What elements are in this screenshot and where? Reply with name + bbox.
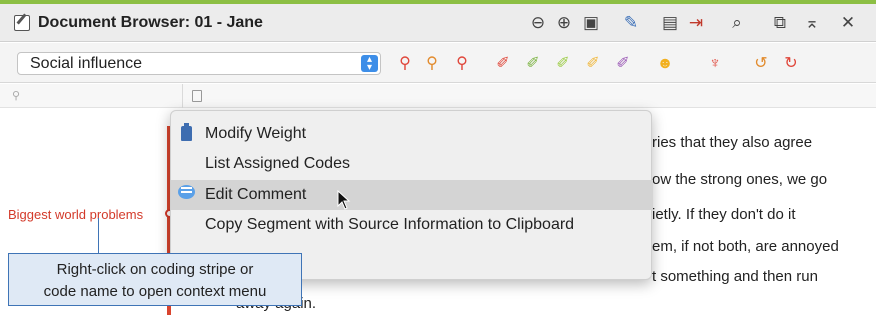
code-with-weight-icon[interactable]: ⚲ xyxy=(421,54,443,74)
column-divider[interactable] xyxy=(182,84,183,108)
highlight-purple-icon[interactable]: ✐ xyxy=(612,54,634,74)
print-icon[interactable]: ▤ xyxy=(660,13,680,33)
zoom-in-icon[interactable]: ⊕ xyxy=(554,13,574,33)
menu-item-modify-weight[interactable]: Modify Weight xyxy=(171,119,653,149)
window-title: Document Browser: 01 - Jane xyxy=(38,14,263,31)
document-line: ietly. If they don't do it xyxy=(652,206,796,223)
edit-mode-icon[interactable]: ✎ xyxy=(621,13,641,33)
weight-icon xyxy=(181,123,192,141)
symbol-code-icon[interactable]: ♆ xyxy=(704,54,726,74)
instruction-callout: Right-click on coding stripe or code nam… xyxy=(8,253,302,306)
column-header-bar: ⚲ xyxy=(0,84,876,108)
highlight-blue-icon[interactable]: ✐ xyxy=(552,54,574,74)
coding-stripe-code-name[interactable]: Biggest world problems xyxy=(8,207,143,222)
menu-item-label: Modify Weight xyxy=(205,125,307,142)
callout-connector-line xyxy=(98,218,99,254)
callout-text-line: code name to open context menu xyxy=(43,283,267,300)
document-line: ries that they also agree xyxy=(652,134,813,151)
menu-item-label: List Assigned Codes xyxy=(205,155,350,172)
menu-item-edit-comment[interactable]: Edit Comment xyxy=(171,180,653,210)
document-line: ow the strong ones, we go xyxy=(652,171,828,188)
code-toolbar: Social influence ▴ ▾ ⚲ ⚲ ⚲ ✐ ✐ ✐ ✐ ✐ ☻ ♆ … xyxy=(0,43,876,83)
float-window-icon[interactable]: ⧉ xyxy=(770,13,790,33)
zoom-out-icon[interactable]: ⊖ xyxy=(528,13,548,33)
document-line: em, if not both, are annoyed xyxy=(652,238,839,255)
document-edit-icon xyxy=(14,15,30,31)
code-select-value: Social influence xyxy=(30,55,143,72)
highlight-red-icon[interactable]: ✐ xyxy=(492,54,514,74)
code-select[interactable]: Social influence ▴ ▾ xyxy=(17,52,381,75)
menu-item-copy-segment[interactable]: Copy Segment with Source Information to … xyxy=(171,210,653,240)
document-column-icon xyxy=(192,90,202,102)
code-in-vivo-icon[interactable]: ⚲ xyxy=(451,54,473,74)
menu-item-list-assigned-codes[interactable]: List Assigned Codes xyxy=(171,149,653,179)
document-line: t something and then run xyxy=(652,268,818,285)
code-icon[interactable]: ⚲ xyxy=(394,54,416,74)
undo-code-icon[interactable]: ↺ xyxy=(750,54,772,74)
highlight-green-icon[interactable]: ✐ xyxy=(522,54,544,74)
close-icon[interactable]: ✕ xyxy=(838,13,858,33)
remove-code-icon[interactable]: ↻ xyxy=(780,54,802,74)
search-icon[interactable]: ⌕ xyxy=(727,13,747,33)
zoom-100-icon[interactable]: ▣ xyxy=(581,13,601,33)
callout-text-line: Right-click on coding stripe or xyxy=(56,261,254,278)
menu-item-label: Copy Segment with Source Information to … xyxy=(205,216,575,233)
collapse-icon[interactable]: ⌅ xyxy=(802,13,822,33)
comment-icon xyxy=(178,185,195,199)
menu-item-label: Edit Comment xyxy=(205,186,307,203)
select-arrows-icon[interactable]: ▴ ▾ xyxy=(361,55,378,73)
highlight-orange-icon[interactable]: ✐ xyxy=(582,54,604,74)
emoticon-icon[interactable]: ☻ xyxy=(654,54,676,74)
code-column-icon: ⚲ xyxy=(12,90,21,102)
title-bar: Document Browser: 01 - Jane ⊖ ⊕ ▣ ✎ ▤ ⇥ … xyxy=(0,4,876,42)
export-icon[interactable]: ⇥ xyxy=(686,13,706,33)
